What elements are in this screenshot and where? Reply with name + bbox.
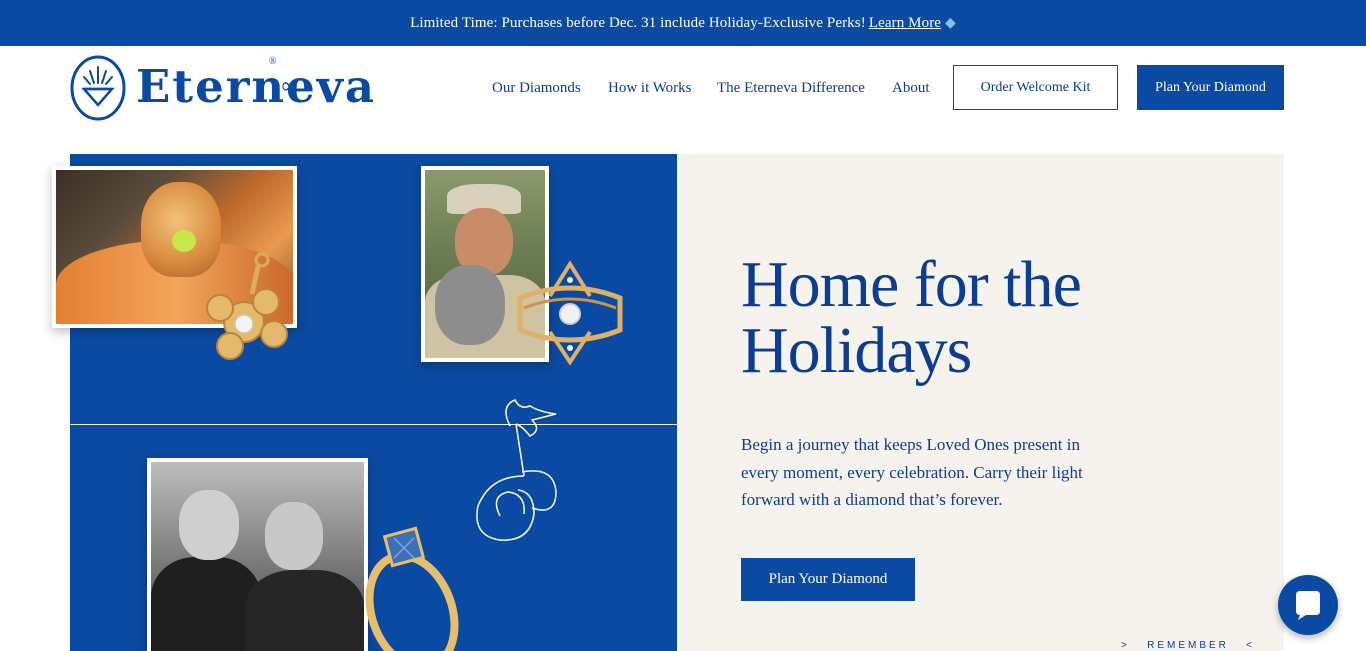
chevron-left-icon: < <box>1246 640 1255 651</box>
wedding-photo <box>147 458 368 651</box>
plan-your-diamond-header-button[interactable]: Plan Your Diamond <box>1137 65 1284 110</box>
nav-how-it-works[interactable]: How it Works <box>608 80 692 97</box>
chat-button[interactable] <box>1278 575 1338 635</box>
registered-mark: ® <box>269 56 277 67</box>
diamond-icon: ◆ <box>945 15 956 31</box>
announcement-text: Limited Time: Purchases before Dec. 31 i… <box>410 14 866 31</box>
order-welcome-kit-button[interactable]: Order Welcome Kit <box>953 65 1118 110</box>
hero-body-text: Begin a journey that keeps Loved Ones pr… <box>741 435 1083 509</box>
blue-diamond-ring-icon <box>365 526 459 651</box>
gold-ring-stack-icon <box>517 260 623 366</box>
learn-more-link[interactable]: Learn More <box>869 15 941 32</box>
brand-logo[interactable]: Eterneva <box>70 55 376 121</box>
nav-about[interactable]: About <box>892 80 930 97</box>
chevron-right-icon: > <box>1121 640 1130 651</box>
remember-ornament: > REMEMBER < <box>1121 640 1255 651</box>
divider-line <box>70 424 677 425</box>
site-header: Eterneva ® ∞ Our Diamonds How it Works T… <box>0 46 1366 130</box>
announcement-bar: Limited Time: Purchases before Dec. 31 i… <box>0 0 1366 46</box>
chat-bubble-icon <box>1296 591 1320 620</box>
brand-name: Eterneva <box>136 59 377 113</box>
infinity-icon: ∞ <box>280 74 299 99</box>
palm-tree-line-art-icon <box>476 399 557 541</box>
logo-mark-icon <box>70 55 126 121</box>
nav-our-diamonds[interactable]: Our Diamonds <box>492 80 581 97</box>
remember-label: REMEMBER <box>1147 640 1229 651</box>
hero-headline-line2: Holidays <box>741 314 972 387</box>
paw-pendant-icon <box>206 252 288 360</box>
plan-your-diamond-hero-button[interactable]: Plan Your Diamond <box>741 558 915 601</box>
hero-headline: Home for the Holidays <box>741 252 1161 384</box>
nav-eterneva-difference[interactable]: The Eterneva Difference <box>717 80 865 97</box>
hero-headline-line1: Home for the <box>741 248 1082 321</box>
